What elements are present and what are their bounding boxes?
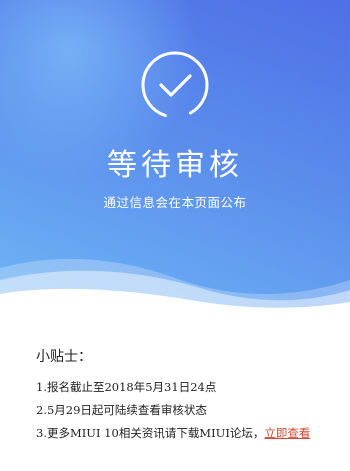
tip-text: 3.更多MIUI 10相关资讯请下载MIUI论坛， — [36, 426, 265, 440]
wave-decoration — [0, 258, 350, 310]
tips-section: 小贴士： 1.报名截止至2018年5月31日24点 2.5月29日起可陆续查看审… — [36, 346, 336, 449]
status-banner: 等待审核 通过信息会在本页面公布 — [0, 0, 350, 310]
view-now-link[interactable]: 立即查看 — [264, 426, 310, 440]
tip-item: 1.报名截止至2018年5月31日24点 — [36, 380, 336, 403]
status-title: 等待审核 — [107, 148, 243, 183]
status-subtitle: 通过信息会在本页面公布 — [103, 195, 247, 210]
audit-status-page: 等待审核 通过信息会在本页面公布 小贴士： 1.报名截止至2018年5月31日2… — [0, 0, 350, 471]
tip-item: 3.更多MIUI 10相关资讯请下载MIUI论坛，立即查看 — [36, 426, 336, 449]
tip-text: 2.5月29日起可陆续查看审核状态 — [36, 403, 207, 417]
tips-heading: 小贴士： — [36, 349, 92, 365]
tip-item: 2.5月29日起可陆续查看审核状态 — [36, 403, 336, 426]
tip-text: 1.报名截止至2018年5月31日24点 — [36, 380, 217, 394]
check-circle-icon — [141, 51, 209, 119]
